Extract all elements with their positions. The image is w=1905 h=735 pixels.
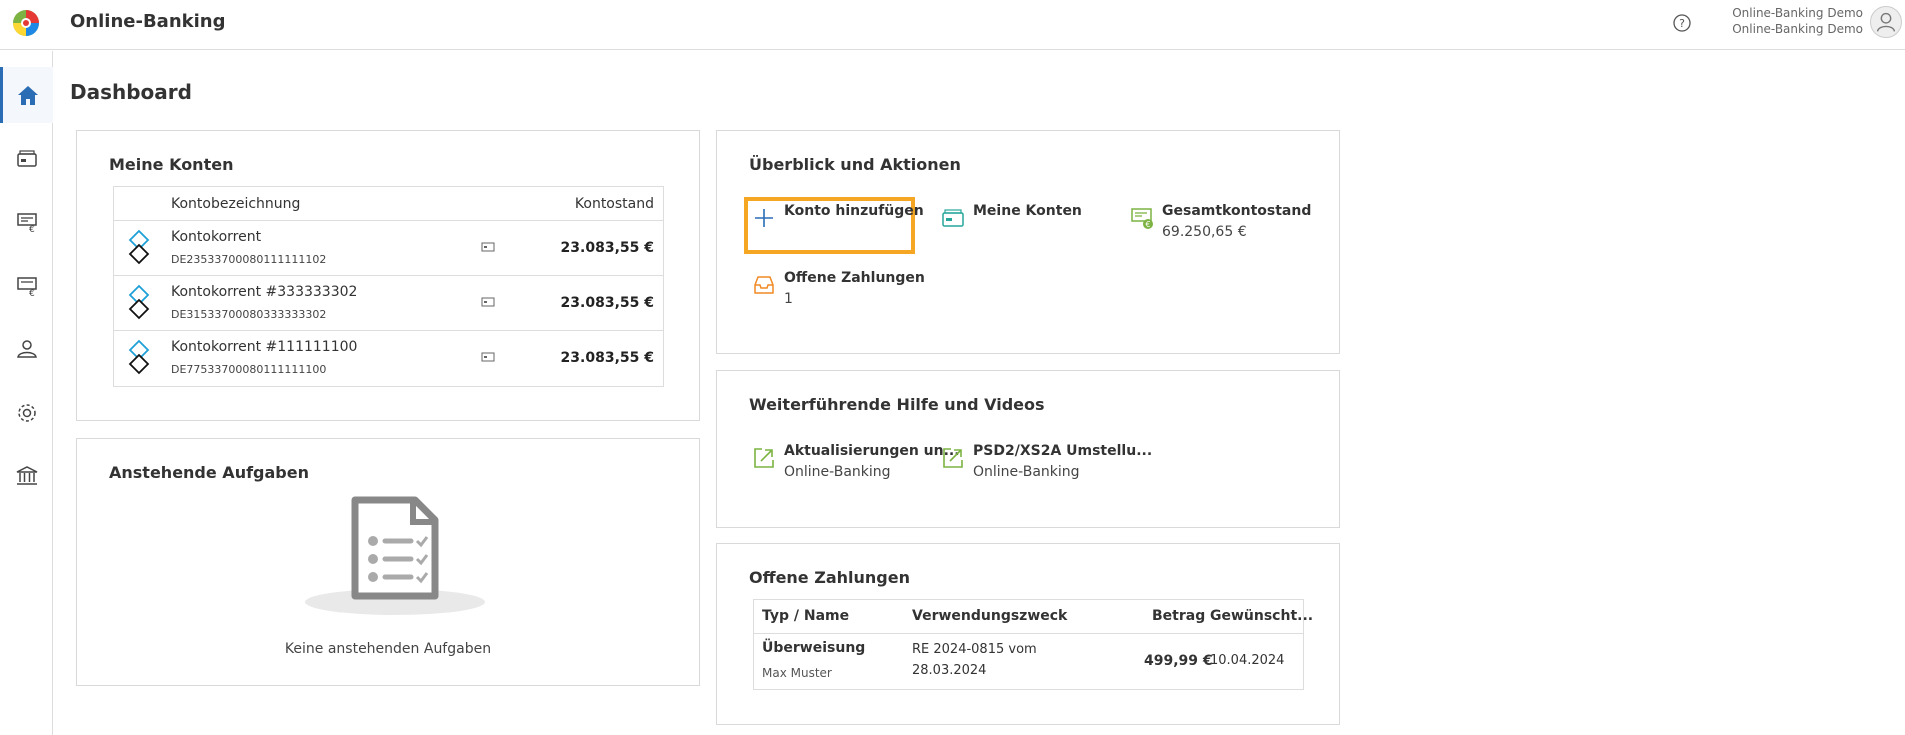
payment-transfer-icon: €	[16, 213, 37, 235]
tasks-title: Anstehende Aufgaben	[109, 463, 309, 482]
card-icon[interactable]	[481, 351, 495, 363]
card-icon[interactable]	[481, 241, 495, 253]
account-balance: 23.083,55 €	[560, 350, 654, 366]
sidebar-item-transfers[interactable]: €	[0, 194, 53, 250]
total-balance-value: 69.250,65 €	[1162, 224, 1247, 240]
accounts-table: Kontobezeichnung Kontostand Kontokorrent…	[113, 186, 664, 387]
plus-icon	[755, 209, 773, 227]
action-label: Meine Konten	[973, 203, 1082, 219]
column-header-name: Kontobezeichnung	[171, 196, 301, 212]
column-header-date[interactable]: Gewünscht...	[1210, 608, 1313, 624]
payments-title: Offene Zahlungen	[749, 568, 910, 587]
svg-text:€: €	[1145, 220, 1150, 229]
help-link-sub: Online-Banking	[784, 464, 891, 480]
add-account-button[interactable]: Konto hinzufügen	[752, 203, 924, 248]
account-balance: 23.083,55 €	[560, 240, 654, 256]
help-link-psd2[interactable]: PSD2/XS2A Umstellu... Online-Banking	[941, 443, 1152, 488]
sidebar-item-settings[interactable]	[0, 385, 53, 441]
account-name: Kontokorrent #111111100	[171, 339, 358, 355]
accounts-card: Meine Konten Kontobezeichnung Kontostand…	[76, 130, 700, 421]
open-payments-count: 1	[784, 291, 793, 307]
external-link-icon	[754, 448, 774, 468]
account-name: Kontokorrent	[171, 229, 262, 245]
action-label: Offene Zahlungen	[784, 270, 925, 286]
column-header-balance: Kontostand	[574, 196, 654, 212]
wallet-icon	[16, 150, 37, 167]
account-logo-icon	[128, 229, 150, 265]
app-title: Online-Banking	[70, 11, 226, 32]
table-header: Kontobezeichnung Kontostand	[114, 187, 663, 221]
account-logo-icon	[128, 339, 150, 375]
payment-date: 10.04.2024	[1210, 653, 1285, 668]
payment-purpose-line1: RE 2024-0815 vom	[912, 642, 1037, 657]
euro-document-icon: €	[1131, 208, 1153, 229]
action-label: Konto hinzufügen	[784, 203, 924, 219]
inbox-icon	[754, 276, 774, 294]
help-title: Weiterführende Hilfe und Videos	[749, 395, 1045, 414]
gear-icon	[17, 404, 36, 422]
overview-card: Überblick und Aktionen Konto hinzufügen …	[716, 130, 1340, 354]
column-header-purpose: Verwendungszweck	[912, 608, 1068, 624]
help-link-label: Aktualisierungen un...	[784, 443, 960, 459]
user-name: Online-Banking Demo	[1732, 6, 1863, 20]
user-bank: Online-Banking Demo	[1732, 22, 1863, 36]
table-row[interactable]: Kontokorrent #333333302 DE31533700080333…	[114, 276, 663, 331]
table-row[interactable]: Kontokorrent #111111100 DE77533700080111…	[114, 331, 663, 386]
table-header: Typ / Name Verwendungszweck Betrag Gewün…	[754, 600, 1313, 634]
user-info[interactable]: Online-Banking Demo Online-Banking Demo	[1732, 5, 1863, 37]
payment-purpose-line2: 28.03.2024	[912, 663, 987, 678]
account-logo-icon	[128, 284, 150, 320]
account-iban: DE77533700080111111100	[171, 363, 327, 376]
wallet-icon	[942, 209, 964, 227]
help-link-label: PSD2/XS2A Umstellu...	[973, 443, 1153, 459]
table-row[interactable]: Kontokorrent DE23533700080111111102 23.0…	[114, 221, 663, 276]
card-icon[interactable]	[481, 296, 495, 308]
top-bar: Online-Banking ? Online-Banking Demo Onl…	[0, 0, 1905, 50]
tasks-card: Anstehende Aufgaben Keine anstehenden Au…	[76, 438, 700, 686]
table-row[interactable]: Überweisung Max Muster RE 2024-0815 vom …	[754, 634, 1303, 689]
account-iban: DE23533700080111111102	[171, 253, 327, 266]
tasks-empty-text: Keine anstehenden Aufgaben	[284, 641, 492, 657]
accounts-title: Meine Konten	[109, 155, 234, 174]
total-balance-button[interactable]: € Gesamtkontostand 69.250,65 €	[1130, 203, 1312, 248]
payments-card: Offene Zahlungen Typ / Name Verwendungsz…	[716, 543, 1340, 725]
overview-title: Überblick und Aktionen	[749, 155, 961, 174]
help-card: Weiterführende Hilfe und Videos Aktualis…	[716, 370, 1340, 528]
logo-icon[interactable]	[12, 9, 40, 37]
sidebar: € €	[0, 51, 53, 735]
payment-amount: 499,99 €	[1144, 653, 1213, 669]
person-icon	[16, 340, 37, 358]
column-header-type: Typ / Name	[762, 608, 850, 624]
account-balance: 23.083,55 €	[560, 295, 654, 311]
sidebar-item-profile[interactable]	[0, 321, 53, 377]
account-name: Kontokorrent #333333302	[171, 284, 358, 300]
home-icon	[18, 86, 38, 105]
svg-text:€: €	[29, 225, 35, 235]
external-link-icon	[943, 448, 963, 468]
sidebar-item-payments[interactable]: €	[0, 258, 53, 314]
svg-text:?: ?	[1679, 17, 1685, 30]
help-icon[interactable]: ?	[1670, 11, 1694, 35]
task-list-icon	[305, 496, 485, 615]
column-header-amount: Betrag	[1152, 608, 1206, 624]
action-label: Gesamtkontostand	[1162, 203, 1312, 219]
svg-text:€: €	[29, 289, 35, 299]
sidebar-item-accounts[interactable]	[0, 131, 53, 187]
avatar[interactable]	[1870, 6, 1902, 38]
payment-type: Überweisung	[762, 640, 866, 656]
bank-icon	[16, 466, 37, 485]
help-link-sub: Online-Banking	[973, 464, 1080, 480]
account-iban: DE31533700080333333302	[171, 308, 327, 321]
sidebar-item-home[interactable]	[0, 67, 53, 123]
page-title: Dashboard	[70, 80, 192, 104]
my-accounts-button[interactable]: Meine Konten	[941, 203, 1101, 248]
payment-euro-icon: €	[16, 277, 37, 299]
help-link-updates[interactable]: Aktualisierungen un... Online-Banking	[752, 443, 960, 488]
payment-recipient: Max Muster	[762, 666, 832, 680]
payments-table: Typ / Name Verwendungszweck Betrag Gewün…	[753, 599, 1313, 690]
open-payments-button[interactable]: Offene Zahlungen 1	[752, 270, 932, 315]
sidebar-item-bank[interactable]	[0, 448, 53, 504]
